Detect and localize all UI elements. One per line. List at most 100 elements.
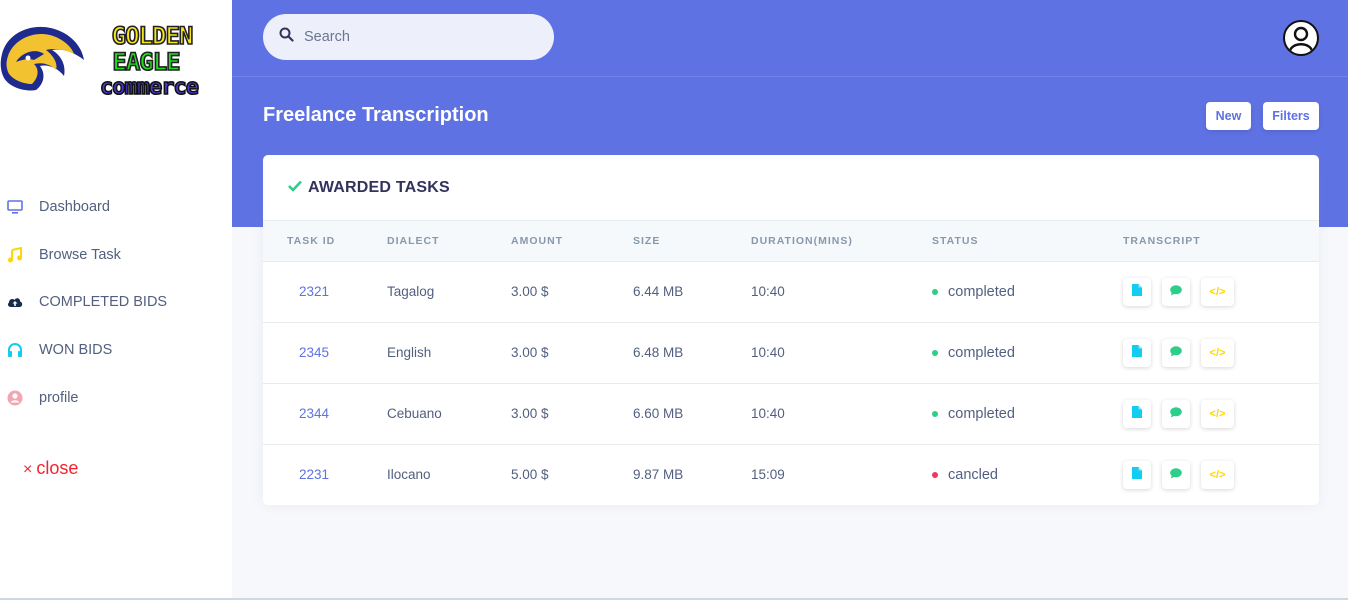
close-sidebar-link[interactable]: × close <box>23 458 78 479</box>
duration-cell: 10:40 <box>751 322 932 384</box>
amount-cell: 3.00 $ <box>511 261 633 323</box>
new-button[interactable]: New <box>1206 102 1251 130</box>
page-title: Freelance Transcription <box>263 104 489 126</box>
status-cell: completed <box>932 261 1123 323</box>
task-id-link[interactable]: 2344 <box>263 383 387 445</box>
view-file-button[interactable] <box>1123 338 1151 367</box>
code-button[interactable]: </> <box>1201 399 1234 428</box>
logo-line3: commerce <box>100 75 199 100</box>
size-cell: 6.44 MB <box>633 261 751 323</box>
awarded-tasks-card: AWARDED TASKS TASK ID DIALECT AMOUNT SIZ… <box>263 155 1319 505</box>
task-id-link[interactable]: 2231 <box>263 444 387 505</box>
transcript-actions: </> <box>1123 277 1319 306</box>
sidebar-item-won-bids[interactable]: WON BIDS <box>0 326 232 374</box>
code-icon: </> <box>1209 468 1226 481</box>
transcript-cell: </> <box>1123 322 1319 384</box>
sidebar: GOLDEN EAGLE commerce Dashboard Browse T… <box>0 0 232 598</box>
column-header-amount[interactable]: AMOUNT <box>511 221 633 262</box>
status-text: cancled <box>948 466 998 483</box>
music-icon <box>6 246 24 264</box>
comment-icon <box>1170 406 1182 421</box>
comment-icon <box>1170 467 1182 482</box>
view-file-button[interactable] <box>1123 399 1151 428</box>
status-dot <box>932 410 938 417</box>
sidebar-item-label: Browse Task <box>39 246 121 263</box>
comment-icon <box>1170 284 1182 299</box>
code-button[interactable]: </> <box>1201 460 1234 489</box>
sidebar-item-profile[interactable]: profile <box>0 374 232 422</box>
size-cell: 6.48 MB <box>633 322 751 384</box>
table-row: 2321 Tagalog 3.00 $ 6.44 MB 10:40 comple… <box>263 261 1319 323</box>
search-icon <box>279 27 294 47</box>
comment-button[interactable] <box>1162 460 1190 489</box>
transcript-cell: </> <box>1123 261 1319 323</box>
user-avatar[interactable] <box>1283 20 1319 56</box>
column-header-duration[interactable]: DURATION(MINS) <box>751 221 932 262</box>
sidebar-item-label: COMPLETED BIDS <box>39 294 168 311</box>
code-button[interactable]: </> <box>1201 338 1234 367</box>
comment-icon <box>1170 345 1182 360</box>
monitor-icon <box>6 198 24 216</box>
comment-button[interactable] <box>1162 399 1190 428</box>
tasks-table: TASK ID DIALECT AMOUNT SIZE DURATION(MIN… <box>263 221 1319 505</box>
comment-button[interactable] <box>1162 277 1190 306</box>
comment-button[interactable] <box>1162 338 1190 367</box>
duration-cell: 10:40 <box>751 261 932 323</box>
code-button[interactable]: </> <box>1201 277 1234 306</box>
status-badge: cancled <box>932 467 1123 483</box>
status-dot <box>932 471 938 478</box>
file-icon <box>1132 345 1142 360</box>
card-header: AWARDED TASKS <box>263 155 1319 221</box>
topbar-divider <box>232 76 1348 77</box>
duration-cell: 15:09 <box>751 467 785 483</box>
status-dot <box>932 349 938 356</box>
sidebar-item-label: profile <box>39 389 79 406</box>
transcript-cell: </> <box>1123 383 1319 445</box>
column-header-status[interactable]: STATUS <box>932 221 1123 262</box>
check-icon <box>288 179 302 197</box>
size-cell: 9.87 MB <box>633 467 684 483</box>
status-cell: completed <box>932 322 1123 384</box>
close-icon: × <box>23 461 33 478</box>
table-row: 2345 English 3.00 $ 6.48 MB 10:40 comple… <box>263 322 1319 384</box>
transcript-actions: </> <box>1123 399 1319 428</box>
table-row: 2344 Cebuano 3.00 $ 6.60 MB 10:40 comple… <box>263 383 1319 445</box>
duration-cell: 10:40 <box>751 383 932 445</box>
headphones-icon <box>6 341 24 359</box>
close-label: close <box>36 458 79 478</box>
table-row: 2231 Ilocano 5.00 $ 9.87 MB 15:09 cancle… <box>263 444 1319 505</box>
dialect-cell: Tagalog <box>387 261 511 323</box>
table-header-row: TASK ID DIALECT AMOUNT SIZE DURATION(MIN… <box>263 221 1319 262</box>
sidebar-item-completed-bids[interactable]: COMPLETED BIDS <box>0 278 232 326</box>
column-header-dialect[interactable]: DIALECT <box>387 221 511 262</box>
view-file-button[interactable] <box>1123 277 1151 306</box>
amount-cell: 3.00 $ <box>511 322 633 384</box>
sidebar-item-dashboard[interactable]: Dashboard <box>0 183 232 231</box>
cloud-upload-icon <box>6 293 24 311</box>
search-input[interactable] <box>304 29 524 45</box>
view-file-button[interactable] <box>1123 460 1151 489</box>
sidebar-item-label: WON BIDS <box>39 341 113 358</box>
task-id-link[interactable]: 2321 <box>263 261 387 323</box>
logo-line2: EAGLE <box>112 48 179 76</box>
column-header-task-id[interactable]: TASK ID <box>263 221 387 262</box>
code-icon: </> <box>1209 346 1226 359</box>
status-badge: completed <box>932 406 1123 422</box>
column-header-transcript[interactable]: TRANSCRIPT <box>1123 221 1319 262</box>
status-cell: cancled <box>932 444 1123 505</box>
status-text: completed <box>948 344 1015 361</box>
user-icon <box>6 389 24 407</box>
file-icon <box>1132 284 1142 299</box>
transcript-actions: </> <box>1123 338 1319 367</box>
column-header-size[interactable]: SIZE <box>633 221 751 262</box>
status-cell: completed <box>932 383 1123 445</box>
task-id-link[interactable]: 2345 <box>263 322 387 384</box>
filters-button[interactable]: Filters <box>1263 102 1319 130</box>
card-title: AWARDED TASKS <box>308 178 450 196</box>
code-icon: </> <box>1209 285 1226 298</box>
golden-eagle-logo[interactable]: GOLDEN EAGLE commerce <box>0 18 222 102</box>
search-bar[interactable] <box>263 14 554 60</box>
sidebar-item-browse-task[interactable]: Browse Task <box>0 231 232 279</box>
status-badge: completed <box>932 284 1123 300</box>
status-text: completed <box>948 283 1015 300</box>
